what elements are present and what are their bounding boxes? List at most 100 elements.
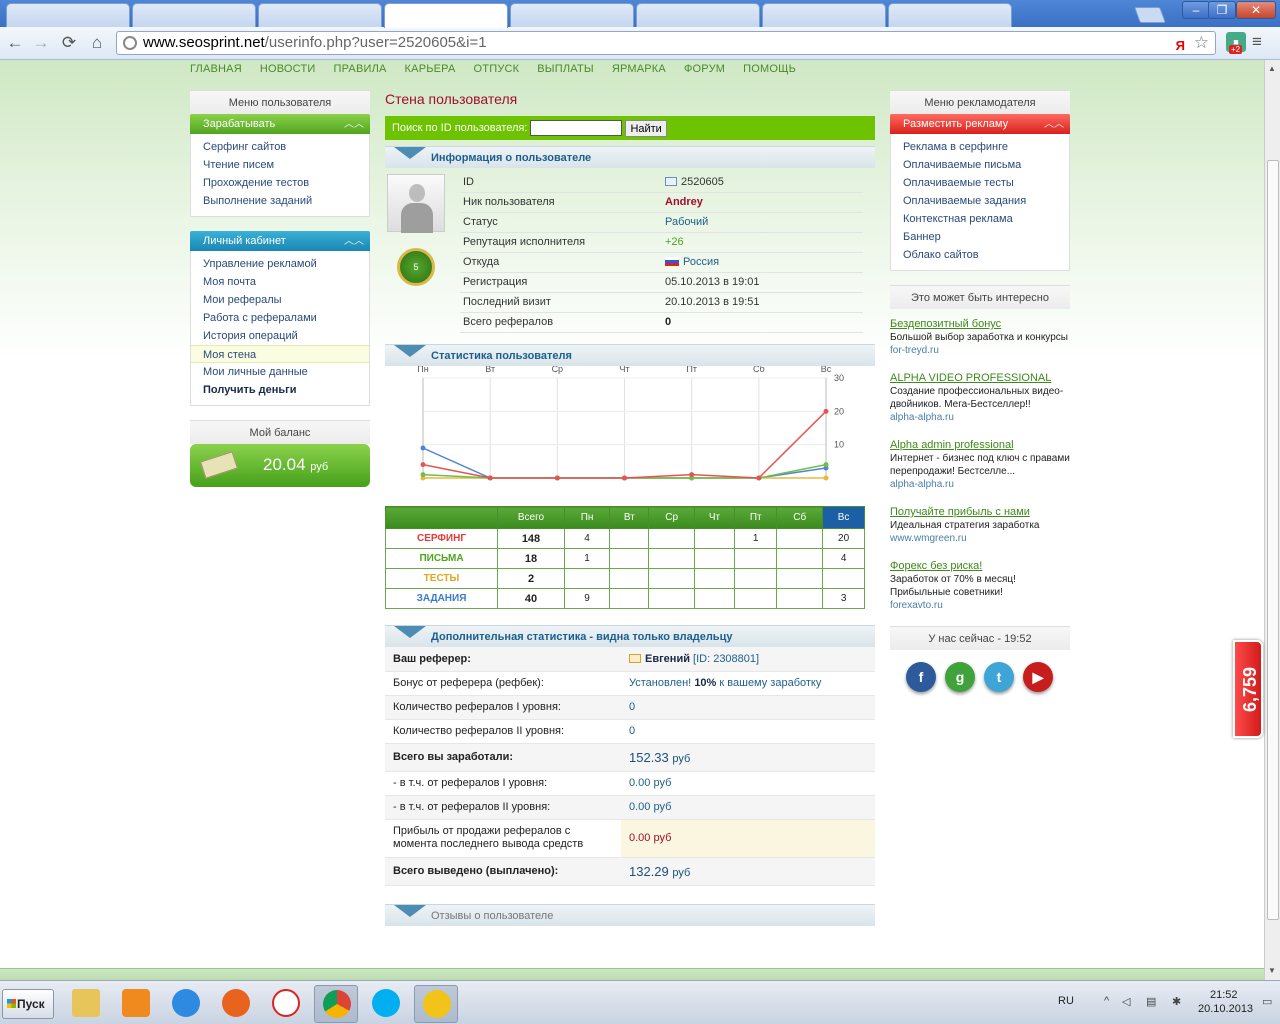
menu-item[interactable]: Работа с рефералами [191,309,369,327]
balance-button[interactable]: 20.04 руб [190,444,370,487]
yandex-icon[interactable]: Я [1176,35,1185,57]
scroll-thumb[interactable] [1267,160,1279,920]
menu-item[interactable]: Получить деньги [191,381,369,399]
ad-url[interactable]: alpha-alpha.ru [890,411,1070,424]
wrench-menu-icon[interactable]: ≡ [1252,32,1262,52]
chevron-up-icon[interactable]: ︿︿ [1044,115,1064,135]
menu-item[interactable]: Контекстная реклама [891,210,1069,228]
menu-item[interactable]: Серфинг сайтов [191,138,369,156]
referrer-value[interactable]: Евгений [ID: 2308801] [621,647,875,672]
topnav-link[interactable]: ЯРМАРКА [612,63,666,75]
menu-item[interactable]: Моя стена [191,345,369,363]
twitter-icon[interactable]: t [984,662,1014,692]
language-indicator[interactable]: RU [1058,995,1074,1007]
user-info-header[interactable]: Информация о пользователе [385,146,875,168]
yandex-taskbar-icon[interactable] [264,985,308,1023]
start-button[interactable]: Пуск [2,989,54,1019]
find-button[interactable]: Найти [625,120,667,137]
back-icon[interactable]: ← [4,32,26,54]
visitor-counter-badge[interactable]: 6,759 [1233,640,1263,738]
envelope-icon[interactable] [629,653,641,663]
minimize-button[interactable]: – [1182,1,1210,19]
menu-item[interactable]: Моя почта [191,273,369,291]
sync-icon[interactable]: ✱ [1172,995,1184,1008]
earn-menu-header[interactable]: Зарабатывать ︿︿ [190,114,370,134]
topnav-link[interactable]: ФОРУМ [684,63,725,75]
ad-title-link[interactable]: Получайте прибыль с нами [890,505,1070,519]
close-window-button[interactable]: ✕ [1236,1,1276,19]
ad-title-link[interactable]: Бездепозитный бонус [890,317,1070,331]
ad-title-link[interactable]: ALPHA VIDEO PROFESSIONAL [890,371,1070,385]
google-plus-icon[interactable]: g [945,662,975,692]
menu-item[interactable]: Выполнение заданий [191,192,369,210]
tray-expand-icon[interactable]: ^ [1104,995,1116,1007]
topnav-link[interactable]: НОВОСТИ [260,63,316,75]
ad-url[interactable]: forexavto.ru [890,599,1070,612]
skype-taskbar-icon[interactable] [364,985,408,1023]
menu-item[interactable]: Облако сайтов [891,246,1069,264]
explorer-taskbar-icon[interactable] [64,985,108,1023]
forward-icon[interactable]: → [30,32,52,54]
chevron-up-icon[interactable]: ︿︿ [344,232,364,252]
scroll-down-icon[interactable]: ▼ [1268,966,1276,975]
ad-url[interactable]: alpha-alpha.ru [890,478,1070,491]
menu-item[interactable]: Оплачиваемые тесты [891,174,1069,192]
maximize-button[interactable]: ❐ [1208,1,1236,19]
topnav-link[interactable]: ПРАВИЛА [334,63,387,75]
browser-tab[interactable] [888,3,1012,27]
cabinet-menu-header[interactable]: Личный кабинет ︿︿ [190,231,370,251]
browser-tab[interactable] [6,3,130,27]
menu-item[interactable]: Оплачиваемые задания [891,192,1069,210]
topnav-link[interactable]: ВЫПЛАТЫ [537,63,594,75]
envelope-icon[interactable] [665,176,677,186]
extra-stats-header[interactable]: Дополнительная статистика - видна только… [385,625,875,647]
user-id-input[interactable] [530,120,623,136]
ie-taskbar-icon[interactable] [164,985,208,1023]
home-icon[interactable]: ⌂ [86,32,108,54]
menu-item[interactable]: Прохождение тестов [191,174,369,192]
bookmark-star-icon[interactable]: ☆ [1194,32,1209,54]
chrome-taskbar-icon[interactable] [314,985,358,1023]
browser-tab[interactable] [636,3,760,27]
scroll-up-icon[interactable]: ▲ [1268,64,1276,73]
reviews-header[interactable]: Отзывы о пользователе [385,903,875,926]
ad-url[interactable]: www.wmgreen.ru [890,532,1070,545]
firefox-taskbar-icon[interactable] [214,985,258,1023]
volume-icon[interactable]: ◁ [1122,995,1134,1008]
menu-item[interactable]: Управление рекламой [191,255,369,273]
youtube-icon[interactable]: ▶ [1023,662,1053,692]
ad-url[interactable]: for-treyd.ru [890,344,1070,357]
address-bar[interactable]: www.seosprint.net/userinfo.php?user=2520… [116,31,1216,55]
facebook-icon[interactable]: f [906,662,936,692]
reload-icon[interactable]: ⟳ [58,32,80,54]
ad-title-link[interactable]: Alpha admin professional [890,438,1070,452]
menu-item[interactable]: История операций [191,327,369,345]
topnav-link[interactable]: ГЛАВНАЯ [190,63,242,75]
topnav-link[interactable]: ОТПУСК [474,63,520,75]
network-icon[interactable]: ▤ [1146,995,1158,1008]
page-scrollbar[interactable]: ▲ ▼ [1264,60,1280,980]
browser-tab[interactable] [510,3,634,27]
topnav-link[interactable]: КАРЬЕРА [405,63,456,75]
place-ad-header[interactable]: Разместить рекламу ︿︿ [890,114,1070,134]
chevron-up-icon[interactable]: ︿︿ [344,115,364,135]
browser-tab[interactable] [384,3,508,28]
topnav-link[interactable]: ПОМОЩЬ [743,63,796,75]
menu-item[interactable]: Реклама в серфинге [891,138,1069,156]
menu-item[interactable]: Мои рефералы [191,291,369,309]
referrer-name[interactable]: Евгений [645,653,690,665]
browser-tab[interactable] [762,3,886,27]
menu-item[interactable]: Баннер [891,228,1069,246]
menu-item[interactable]: Оплачиваемые письма [891,156,1069,174]
show-desktop-icon[interactable]: ▭ [1262,995,1274,1008]
browser-tab[interactable] [258,3,382,27]
clock-date[interactable]: 20.10.2013 [1198,1003,1253,1015]
menu-item[interactable]: Мои личные данные [191,363,369,381]
app-taskbar-icon[interactable] [414,985,458,1023]
clock-time[interactable]: 21:52 [1210,989,1238,1001]
browser-tab[interactable] [132,3,256,27]
user-stats-header[interactable]: Статистика пользователя [385,344,875,366]
media-player-taskbar-icon[interactable] [114,985,158,1023]
ad-title-link[interactable]: Форекс без риска! [890,559,1070,573]
menu-item[interactable]: Чтение писем [191,156,369,174]
